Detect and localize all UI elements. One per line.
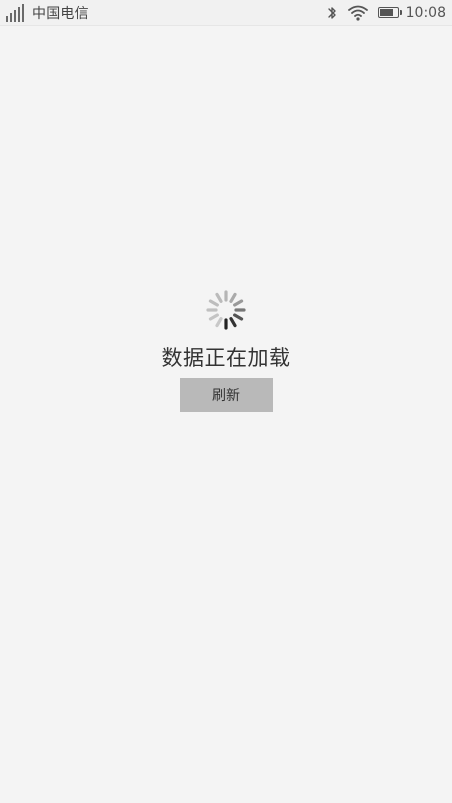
bluetooth-icon [327, 6, 336, 19]
spinner-tick [215, 317, 223, 328]
loading-spinner-icon [206, 290, 246, 330]
spinner-tick [208, 313, 219, 321]
spinner-tick [233, 299, 244, 307]
signal-icon [6, 3, 24, 22]
battery-icon [377, 7, 402, 18]
wifi-icon [347, 5, 368, 21]
refresh-button[interactable]: 刷新 [179, 378, 273, 412]
spinner-tick [229, 292, 237, 303]
status-bar: 中国电信 10:08 [0, 0, 452, 26]
loading-message: 数据正在加载 [161, 346, 291, 370]
loading-panel: 数据正在加载 刷新 [0, 288, 452, 412]
spinner-tick [215, 292, 223, 303]
clock: 10:08 [405, 4, 446, 21]
spinner-tick [229, 317, 237, 328]
carrier-name: 中国电信 [32, 5, 89, 22]
spinner-tick [233, 313, 244, 321]
spinner-tick [208, 299, 219, 307]
